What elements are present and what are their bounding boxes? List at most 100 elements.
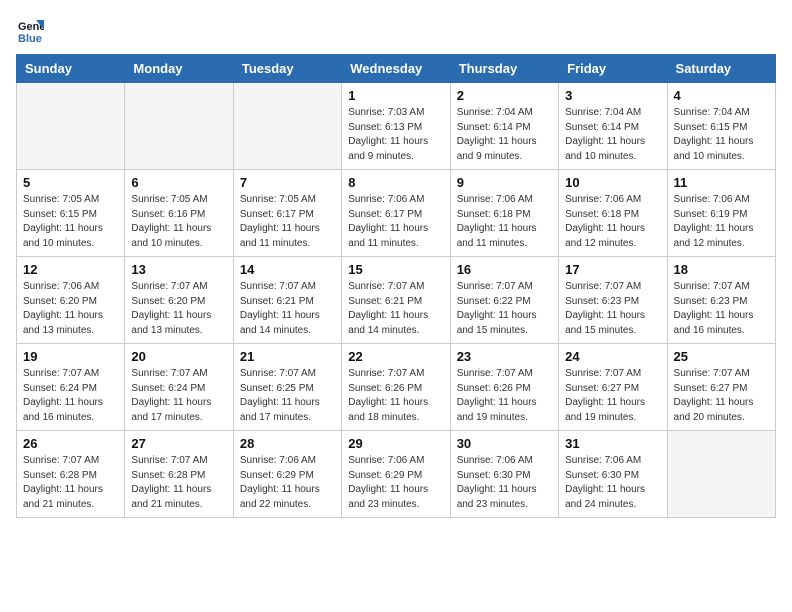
day-info: Sunrise: 7:06 AM Sunset: 6:18 PM Dayligh… [457,193,552,251]
day-number: 9 [457,175,552,190]
day-info: Sunrise: 7:07 AM Sunset: 6:24 PM Dayligh… [131,367,226,425]
calendar-cell: 24 Sunrise: 7:07 AM Sunset: 6:27 PM Dayli… [559,344,667,431]
day-number: 10 [565,175,660,190]
calendar-cell: 3 Sunrise: 7:04 AM Sunset: 6:14 PM Daylig… [559,83,667,170]
day-number: 18 [674,262,769,277]
calendar-cell: 27 Sunrise: 7:07 AM Sunset: 6:28 PM Dayli… [125,431,233,518]
day-number: 14 [240,262,335,277]
calendar-cell [125,83,233,170]
calendar-cell: 17 Sunrise: 7:07 AM Sunset: 6:23 PM Dayli… [559,257,667,344]
day-info: Sunrise: 7:06 AM Sunset: 6:29 PM Dayligh… [240,454,335,512]
day-number: 11 [674,175,769,190]
day-number: 22 [348,349,443,364]
calendar-cell: 29Sunrise: 7:06 AM Sunset: 6:29 PM Dayli… [342,431,450,518]
day-number: 25 [674,349,769,364]
calendar-cell: 23 Sunrise: 7:07 AM Sunset: 6:26 PM Dayli… [450,344,558,431]
day-info: Sunrise: 7:05 AM Sunset: 6:17 PM Dayligh… [240,193,335,251]
weekday-header-sunday: Sunday [17,55,125,83]
day-number: 21 [240,349,335,364]
day-info: Sunrise: 7:06 AM Sunset: 6:17 PM Dayligh… [348,193,443,251]
calendar-cell: 20 Sunrise: 7:07 AM Sunset: 6:24 PM Dayli… [125,344,233,431]
day-number: 3 [565,88,660,103]
day-number: 17 [565,262,660,277]
day-number: 4 [674,88,769,103]
calendar-cell: 11 Sunrise: 7:06 AM Sunset: 6:19 PM Dayli… [667,170,775,257]
day-info: Sunrise: 7:07 AM Sunset: 6:21 PM Dayligh… [240,280,335,338]
weekday-header-thursday: Thursday [450,55,558,83]
day-number: 7 [240,175,335,190]
calendar-cell: 16 Sunrise: 7:07 AM Sunset: 6:22 PM Dayli… [450,257,558,344]
calendar-cell: 2 Sunrise: 7:04 AM Sunset: 6:14 PM Daylig… [450,83,558,170]
page-header: General Blue [16,16,776,44]
calendar-cell: 19Sunrise: 7:07 AM Sunset: 6:24 PM Dayli… [17,344,125,431]
calendar-cell: 1Sunrise: 7:03 AM Sunset: 6:13 PM Daylig… [342,83,450,170]
calendar-cell: 13 Sunrise: 7:07 AM Sunset: 6:20 PM Dayli… [125,257,233,344]
logo: General Blue [16,16,48,44]
day-info: Sunrise: 7:04 AM Sunset: 6:14 PM Dayligh… [457,106,552,164]
calendar-cell: 10Sunrise: 7:06 AM Sunset: 6:18 PM Dayli… [559,170,667,257]
calendar-cell [667,431,775,518]
calendar-cell: 5Sunrise: 7:05 AM Sunset: 6:15 PM Daylig… [17,170,125,257]
day-number: 15 [348,262,443,277]
calendar-cell [17,83,125,170]
day-number: 23 [457,349,552,364]
calendar-cell: 22 Sunrise: 7:07 AM Sunset: 6:26 PM Dayli… [342,344,450,431]
weekday-header-tuesday: Tuesday [233,55,341,83]
calendar-cell: 31 Sunrise: 7:06 AM Sunset: 6:30 PM Dayli… [559,431,667,518]
calendar-week-1: 1Sunrise: 7:03 AM Sunset: 6:13 PM Daylig… [17,83,776,170]
day-number: 26 [23,436,118,451]
calendar-table: SundayMondayTuesdayWednesdayThursdayFrid… [16,54,776,518]
day-info: Sunrise: 7:05 AM Sunset: 6:15 PM Dayligh… [23,193,118,251]
day-info: Sunrise: 7:03 AM Sunset: 6:13 PM Dayligh… [348,106,443,164]
logo-icon: General Blue [16,16,44,44]
calendar-week-5: 26 Sunrise: 7:07 AM Sunset: 6:28 PM Dayli… [17,431,776,518]
day-number: 2 [457,88,552,103]
day-number: 16 [457,262,552,277]
calendar-cell: 7 Sunrise: 7:05 AM Sunset: 6:17 PM Daylig… [233,170,341,257]
day-info: Sunrise: 7:07 AM Sunset: 6:24 PM Dayligh… [23,367,118,425]
day-info: Sunrise: 7:07 AM Sunset: 6:27 PM Dayligh… [674,367,769,425]
weekday-header-saturday: Saturday [667,55,775,83]
day-info: Sunrise: 7:06 AM Sunset: 6:20 PM Dayligh… [23,280,118,338]
calendar-cell: 25 Sunrise: 7:07 AM Sunset: 6:27 PM Dayli… [667,344,775,431]
day-info: Sunrise: 7:07 AM Sunset: 6:28 PM Dayligh… [131,454,226,512]
day-number: 31 [565,436,660,451]
day-info: Sunrise: 7:07 AM Sunset: 6:28 PM Dayligh… [23,454,118,512]
day-number: 30 [457,436,552,451]
calendar-cell: 6Sunrise: 7:05 AM Sunset: 6:16 PM Daylig… [125,170,233,257]
svg-text:Blue: Blue [18,33,42,44]
weekday-header-friday: Friday [559,55,667,83]
day-number: 13 [131,262,226,277]
calendar-week-4: 19Sunrise: 7:07 AM Sunset: 6:24 PM Dayli… [17,344,776,431]
day-number: 6 [131,175,226,190]
day-info: Sunrise: 7:06 AM Sunset: 6:30 PM Dayligh… [565,454,660,512]
day-info: Sunrise: 7:07 AM Sunset: 6:23 PM Dayligh… [674,280,769,338]
calendar-cell: 9 Sunrise: 7:06 AM Sunset: 6:18 PM Daylig… [450,170,558,257]
day-info: Sunrise: 7:04 AM Sunset: 6:14 PM Dayligh… [565,106,660,164]
calendar-cell [233,83,341,170]
calendar-cell: 15 Sunrise: 7:07 AM Sunset: 6:21 PM Dayli… [342,257,450,344]
calendar-week-2: 5Sunrise: 7:05 AM Sunset: 6:15 PM Daylig… [17,170,776,257]
calendar-cell: 14 Sunrise: 7:07 AM Sunset: 6:21 PM Dayli… [233,257,341,344]
day-number: 27 [131,436,226,451]
day-info: Sunrise: 7:07 AM Sunset: 6:27 PM Dayligh… [565,367,660,425]
day-number: 12 [23,262,118,277]
weekday-header-row: SundayMondayTuesdayWednesdayThursdayFrid… [17,55,776,83]
day-info: Sunrise: 7:06 AM Sunset: 6:19 PM Dayligh… [674,193,769,251]
calendar-cell: 30Sunrise: 7:06 AM Sunset: 6:30 PM Dayli… [450,431,558,518]
day-number: 20 [131,349,226,364]
day-info: Sunrise: 7:06 AM Sunset: 6:29 PM Dayligh… [348,454,443,512]
day-info: Sunrise: 7:07 AM Sunset: 6:22 PM Dayligh… [457,280,552,338]
calendar-cell: 12 Sunrise: 7:06 AM Sunset: 6:20 PM Dayli… [17,257,125,344]
day-info: Sunrise: 7:07 AM Sunset: 6:21 PM Dayligh… [348,280,443,338]
calendar-cell: 18 Sunrise: 7:07 AM Sunset: 6:23 PM Dayli… [667,257,775,344]
day-info: Sunrise: 7:07 AM Sunset: 6:25 PM Dayligh… [240,367,335,425]
day-info: Sunrise: 7:07 AM Sunset: 6:23 PM Dayligh… [565,280,660,338]
day-number: 24 [565,349,660,364]
day-info: Sunrise: 7:07 AM Sunset: 6:20 PM Dayligh… [131,280,226,338]
calendar-week-3: 12 Sunrise: 7:06 AM Sunset: 6:20 PM Dayli… [17,257,776,344]
day-info: Sunrise: 7:07 AM Sunset: 6:26 PM Dayligh… [348,367,443,425]
calendar-cell: 4Sunrise: 7:04 AM Sunset: 6:15 PM Daylig… [667,83,775,170]
weekday-header-wednesday: Wednesday [342,55,450,83]
day-info: Sunrise: 7:07 AM Sunset: 6:26 PM Dayligh… [457,367,552,425]
